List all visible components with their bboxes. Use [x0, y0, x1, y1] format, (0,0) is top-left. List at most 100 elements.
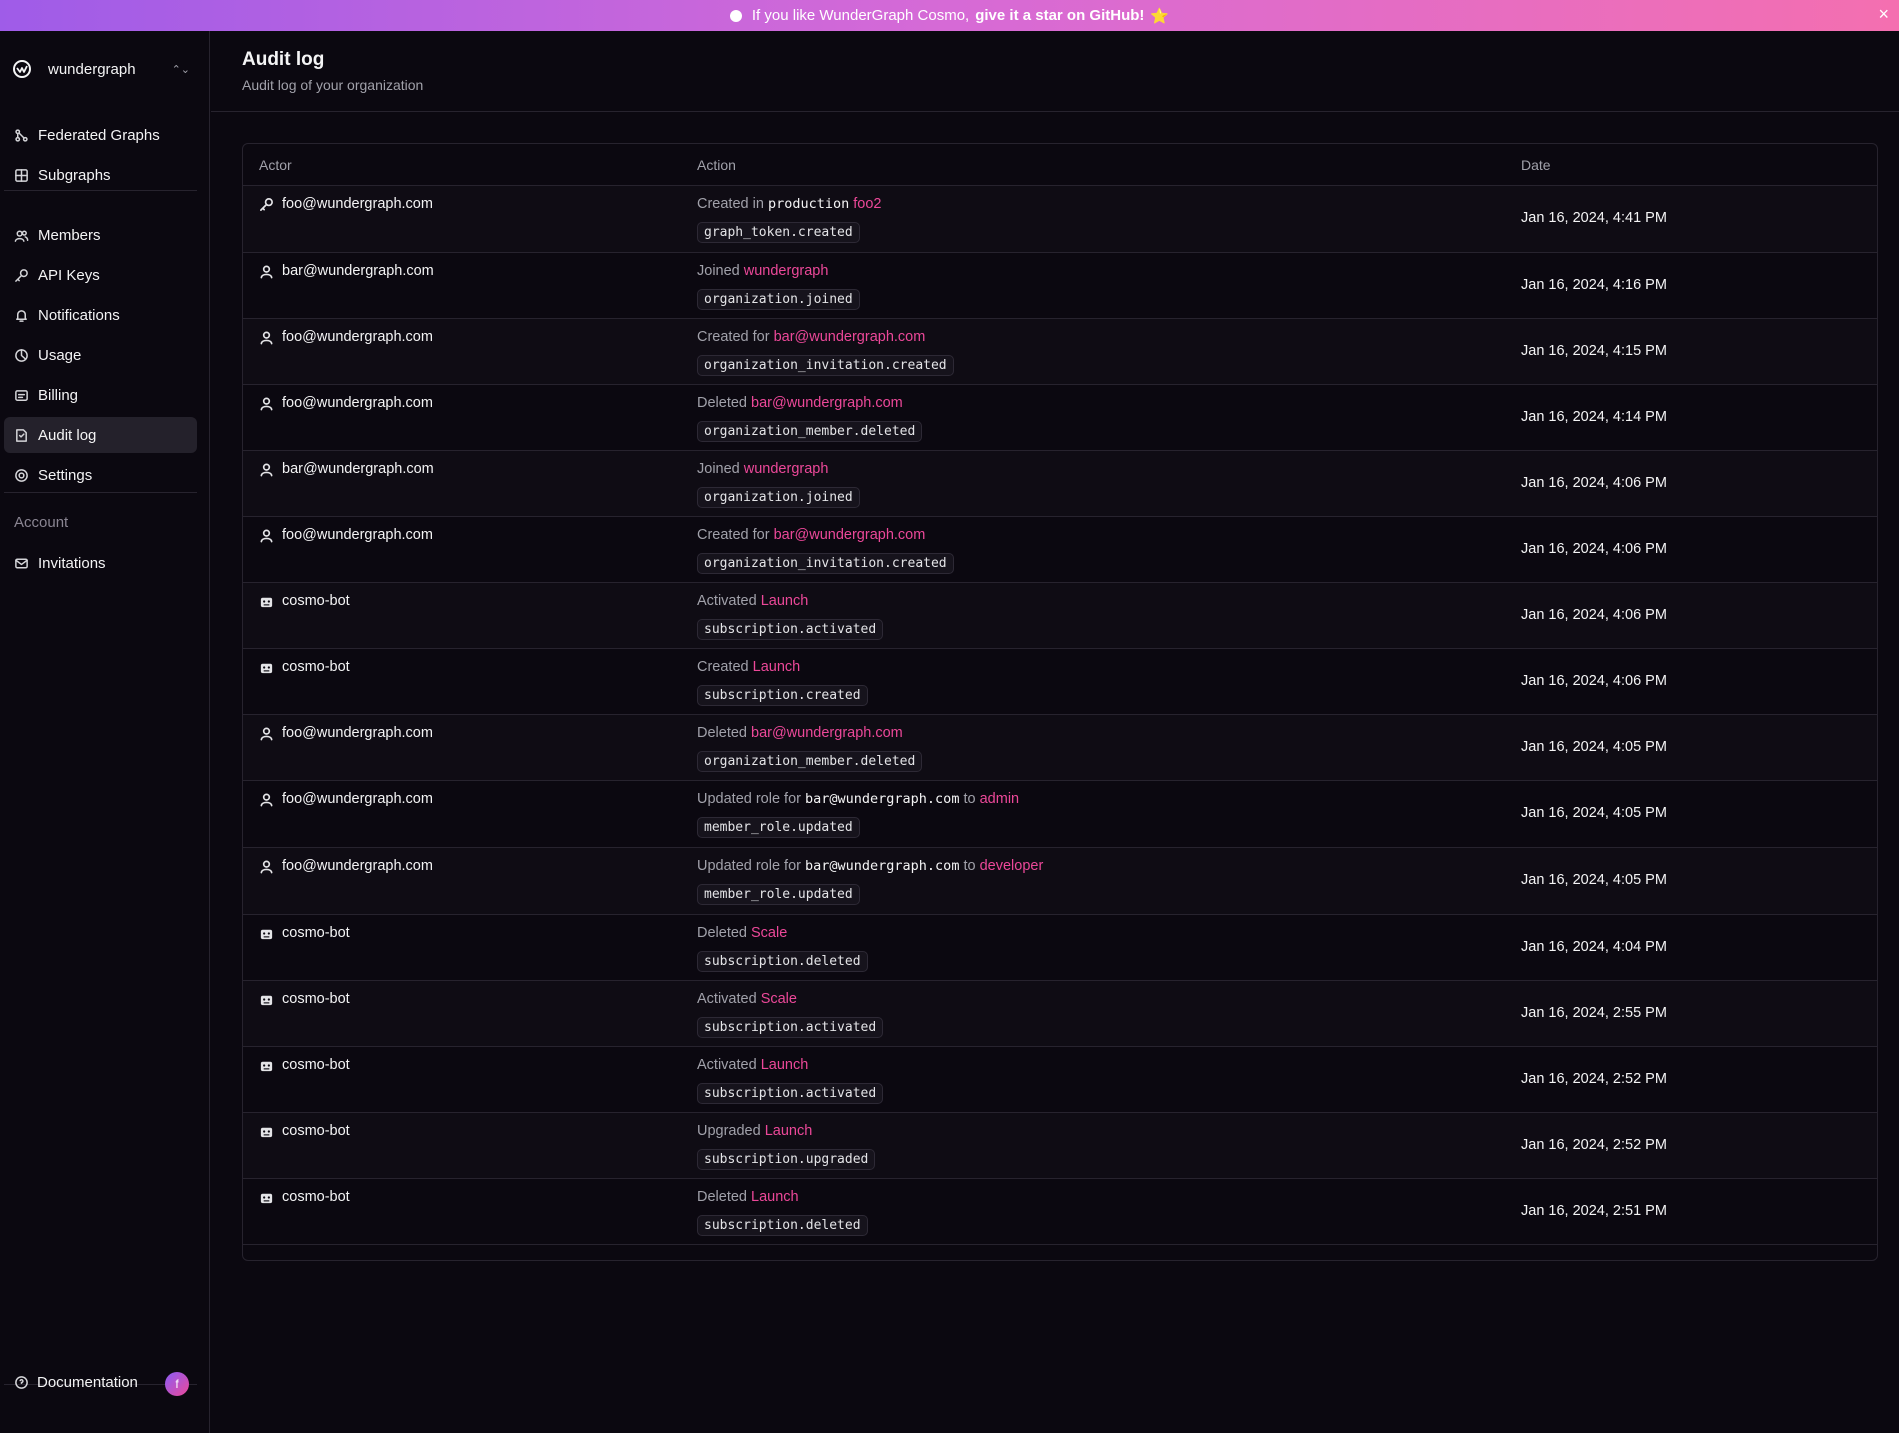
date-cell: Jan 16, 2024, 4:04 PM	[1521, 939, 1667, 955]
help-circle-icon	[15, 1375, 28, 1389]
table-row[interactable]: foo@wundergraph.com Deleted bar@wundergra…	[243, 715, 1877, 781]
actor-name: cosmo-bot	[282, 925, 350, 941]
github-star-link[interactable]: give it a star on GitHub!	[975, 7, 1144, 24]
documentation-label: Documentation	[37, 1373, 138, 1391]
page-subtitle: Audit log of your organization	[242, 77, 424, 93]
action-preposition: for	[752, 527, 770, 543]
table-row[interactable]: foo@wundergraph.com Deleted bar@wundergra…	[243, 385, 1877, 451]
action-target[interactable]: admin	[980, 791, 1020, 807]
table-row[interactable]: foo@wundergraph.com Updated role for bar@…	[243, 848, 1877, 915]
action-target[interactable]: Launch	[751, 1189, 799, 1205]
sidebar-item-federated-graphs[interactable]: Federated Graphs	[4, 117, 197, 153]
action-cell: Upgraded Launch	[697, 1123, 812, 1139]
table-row[interactable]: cosmo-bot Activated Scale subscription.act…	[243, 981, 1877, 1047]
action-target[interactable]: wundergraph	[744, 263, 829, 279]
sidebar-item-label: Subgraphs	[38, 166, 111, 184]
action-cell: Created in production foo2	[697, 196, 882, 212]
actor-name: foo@wundergraph.com	[282, 858, 433, 874]
sidebar-item-billing[interactable]: Billing	[4, 377, 197, 413]
date-cell: Jan 16, 2024, 4:06 PM	[1521, 475, 1667, 491]
actor-cell: foo@wundergraph.com	[259, 527, 433, 543]
action-verb: Updated role for	[697, 858, 801, 874]
sidebar-item-invitations[interactable]: Invitations	[4, 545, 197, 581]
sidebar-item-audit-log[interactable]: Audit log	[4, 417, 197, 453]
action-target[interactable]: bar@wundergraph.com	[774, 527, 926, 543]
sidebar-item-label: Federated Graphs	[38, 126, 160, 144]
table-row[interactable]: foo@wundergraph.com Created in production…	[243, 186, 1877, 253]
table-row[interactable]: cosmo-bot Upgraded Launch subscription.upg…	[243, 1113, 1877, 1179]
action-target[interactable]: bar@wundergraph.com	[751, 725, 903, 741]
action-cell: Activated Scale	[697, 991, 797, 1007]
sidebar-item-members[interactable]: Members	[4, 217, 197, 253]
date-cell: Jan 16, 2024, 2:55 PM	[1521, 1005, 1667, 1021]
sidebar-item-usage[interactable]: Usage	[4, 337, 197, 373]
table-row[interactable]: foo@wundergraph.com Created for bar@wunde…	[243, 517, 1877, 583]
action-verb: Created	[697, 196, 749, 212]
user-icon	[260, 793, 273, 806]
action-target[interactable]: wundergraph	[744, 461, 829, 477]
actor-cell: cosmo-bot	[259, 659, 350, 675]
close-icon[interactable]: ×	[1878, 4, 1889, 25]
actor-cell: bar@wundergraph.com	[259, 263, 434, 279]
action-target[interactable]: foo2	[853, 196, 881, 212]
action-target[interactable]: Launch	[761, 593, 809, 609]
sidebar-item-notifications[interactable]: Notifications	[4, 297, 197, 333]
sidebar-item-api-keys[interactable]: API Keys	[4, 257, 197, 293]
sidebar-item-label: Usage	[38, 346, 82, 364]
sidebar-item-label: Settings	[38, 466, 93, 484]
action-verb: Joined	[697, 263, 740, 279]
table-row[interactable]: cosmo-bot Activated Launch subscription.ac…	[243, 583, 1877, 649]
action-verb: Created	[697, 329, 749, 345]
action-target[interactable]: developer	[980, 858, 1044, 874]
avatar[interactable]: f	[165, 1372, 189, 1396]
sidebar-item-label: Invitations	[38, 554, 106, 572]
user-icon	[260, 529, 273, 542]
action-cell: Created Launch	[697, 659, 800, 675]
table-row[interactable]: bar@wundergraph.com Joined wundergraph org…	[243, 451, 1877, 517]
action-target[interactable]: Scale	[751, 925, 787, 941]
actor-name: foo@wundergraph.com	[282, 196, 433, 212]
action-preposition: to	[963, 791, 976, 807]
date-cell: Jan 16, 2024, 4:16 PM	[1521, 277, 1667, 293]
page-title: Audit log	[242, 49, 325, 70]
actor-cell: foo@wundergraph.com	[259, 196, 433, 212]
action-verb: Activated	[697, 991, 757, 1007]
date-cell: Jan 16, 2024, 4:41 PM	[1521, 210, 1667, 226]
action-target[interactable]: Launch	[761, 1057, 809, 1073]
action-target[interactable]: Launch	[765, 1123, 813, 1139]
table-row[interactable]: cosmo-bot Created Launch subscription.crea…	[243, 649, 1877, 715]
org-switcher[interactable]: wundergraph ⌃⌄	[12, 53, 194, 85]
action-subject: bar@wundergraph.com	[805, 858, 960, 874]
table-row[interactable]: foo@wundergraph.com Created for bar@wunde…	[243, 319, 1877, 385]
table-row[interactable]: cosmo-bot Deleted Scale subscription.delet…	[243, 915, 1877, 981]
date-cell: Jan 16, 2024, 2:52 PM	[1521, 1137, 1667, 1153]
action-target[interactable]: Launch	[753, 659, 801, 675]
sidebar-item-subgraphs[interactable]: Subgraphs	[4, 157, 197, 193]
date-cell: Jan 16, 2024, 4:06 PM	[1521, 673, 1667, 689]
action-verb: Deleted	[697, 1189, 747, 1205]
sidebar-item-settings[interactable]: Settings	[4, 457, 197, 493]
event-badge: subscription.deleted	[697, 951, 868, 972]
action-cell: Created for bar@wundergraph.com	[697, 329, 925, 345]
divider	[4, 492, 197, 493]
bot-icon	[260, 1061, 273, 1071]
table-row[interactable]: foo@wundergraph.com Updated role for bar@…	[243, 781, 1877, 848]
bot-icon	[260, 929, 273, 939]
table-row[interactable]: cosmo-bot Deleted Launch subscription.dele…	[243, 1179, 1877, 1245]
event-badge: subscription.activated	[697, 1083, 884, 1104]
actor-cell: cosmo-bot	[259, 1189, 350, 1205]
date-cell: Jan 16, 2024, 4:06 PM	[1521, 607, 1667, 623]
table-row[interactable]: bar@wundergraph.com Joined wundergraph org…	[243, 253, 1877, 319]
event-badge: organization_invitation.created	[697, 355, 954, 376]
grid-icon	[15, 168, 28, 182]
table-row[interactable]: cosmo-bot Activated Launch subscription.ac…	[243, 1047, 1877, 1113]
date-cell: Jan 16, 2024, 4:15 PM	[1521, 343, 1667, 359]
account-section-label: Account	[14, 514, 69, 531]
action-target[interactable]: Scale	[761, 991, 797, 1007]
action-target[interactable]: bar@wundergraph.com	[774, 329, 926, 345]
action-target[interactable]: bar@wundergraph.com	[751, 395, 903, 411]
sidebar: wundergraph ⌃⌄ Federated Graphs Subgraph…	[0, 31, 210, 1433]
chevron-updown-icon: ⌃⌄	[171, 63, 190, 76]
event-badge: member_role.updated	[697, 884, 860, 905]
star-icon: ⭐	[1150, 7, 1170, 25]
